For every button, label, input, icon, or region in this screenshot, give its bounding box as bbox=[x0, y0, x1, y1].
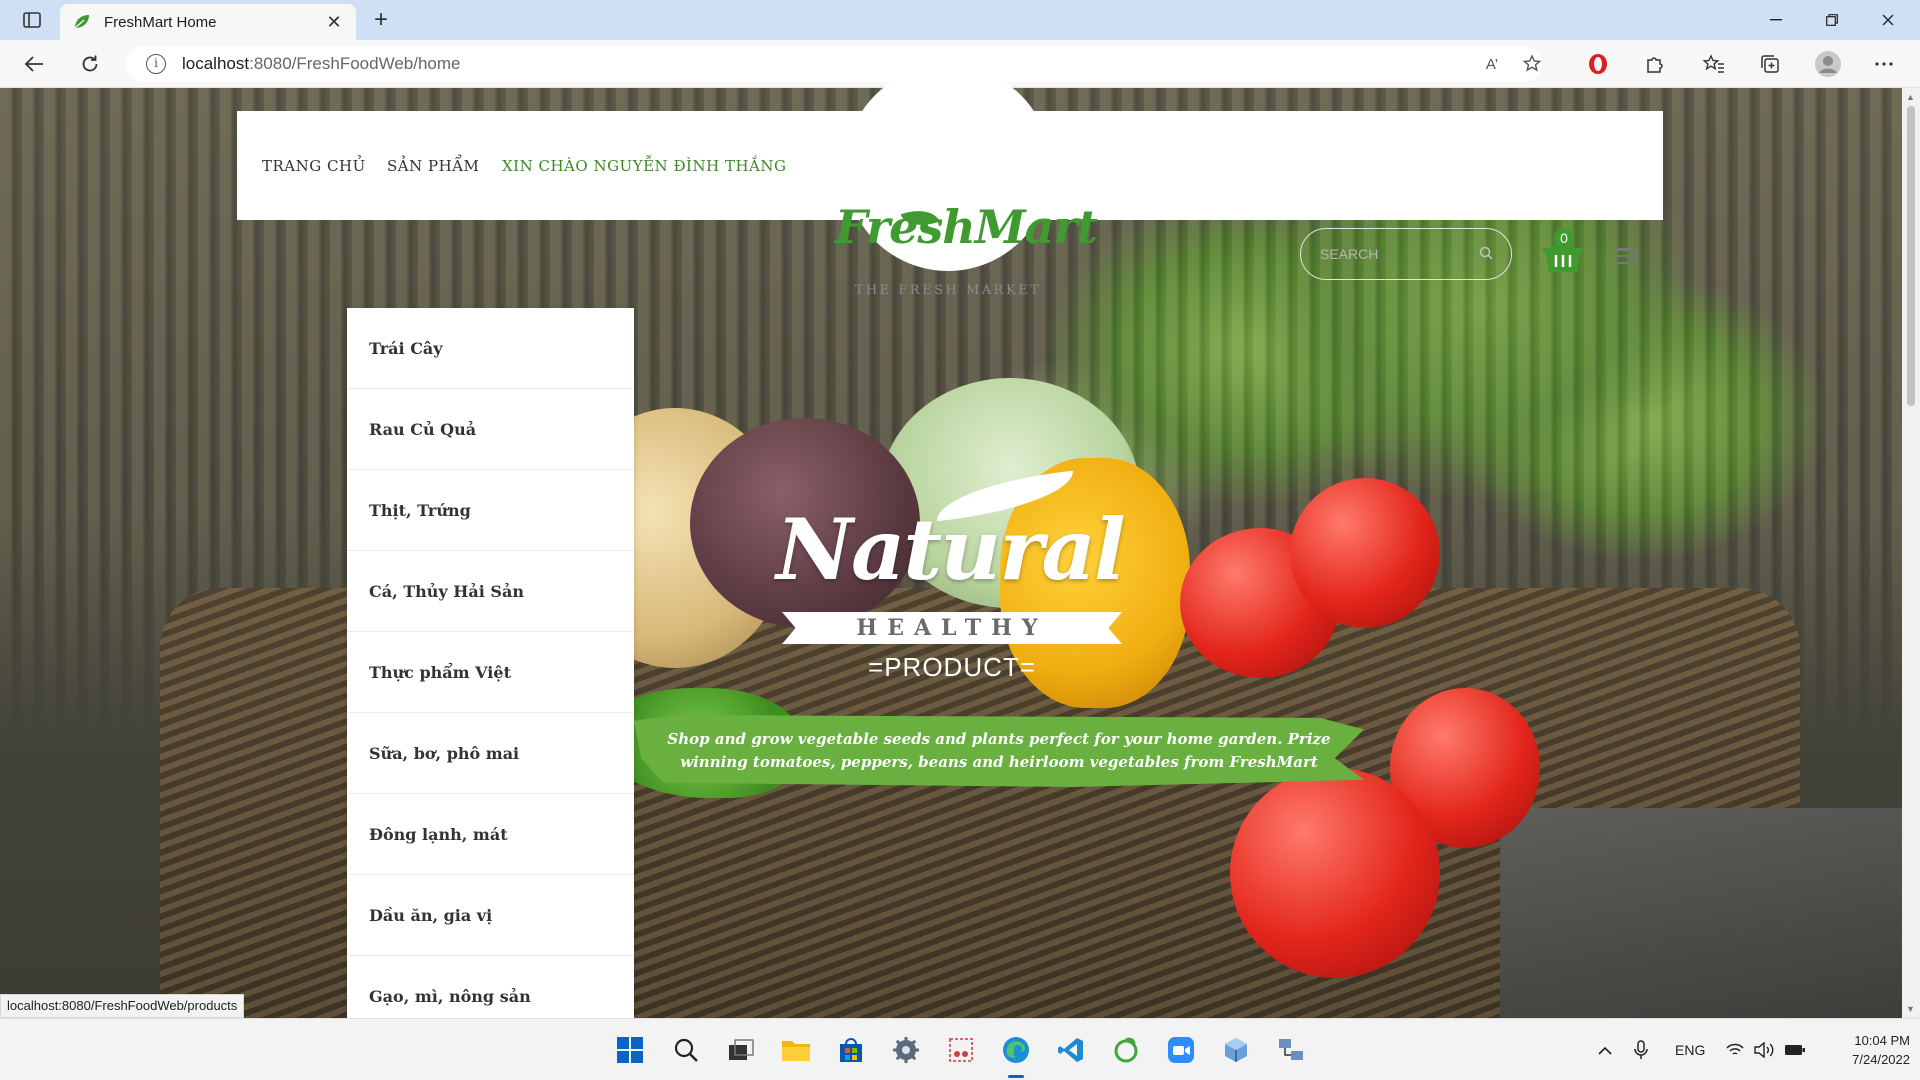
hero-healthy-ribbon: HEALTHY bbox=[782, 612, 1122, 644]
clock-date: 7/24/2022 bbox=[1852, 1052, 1910, 1067]
volume-icon[interactable] bbox=[1754, 1037, 1774, 1063]
task-view-icon[interactable] bbox=[724, 1033, 758, 1067]
hero-tomato bbox=[1290, 478, 1440, 628]
language-indicator[interactable]: ENG bbox=[1675, 1037, 1705, 1063]
extensions-puzzle-icon[interactable] bbox=[1638, 48, 1670, 80]
minimize-icon[interactable] bbox=[1748, 0, 1804, 40]
favorites-icon[interactable] bbox=[1698, 48, 1730, 80]
dropdown-item-seafood[interactable]: Cá, Thủy Hải Sản bbox=[347, 551, 634, 632]
site-info-icon[interactable]: i bbox=[146, 54, 166, 74]
vscode-icon[interactable] bbox=[1054, 1033, 1088, 1067]
hero-tagline: Shop and grow vegetable seeds and plants… bbox=[634, 715, 1364, 787]
logo-tagline: THE FRESH MARKET bbox=[854, 283, 1042, 298]
edge-browser-icon[interactable] bbox=[999, 1033, 1033, 1067]
dropdown-item-vietnamese-food[interactable]: Thực phẩm Việt bbox=[347, 632, 634, 713]
site-logo[interactable]: FreshMart bbox=[835, 200, 1098, 254]
hero-log-image bbox=[1500, 808, 1902, 1018]
zoom-app-icon[interactable] bbox=[1164, 1033, 1198, 1067]
tray-chevron-up-icon[interactable] bbox=[1598, 1037, 1612, 1063]
dropdown-item-fruit[interactable]: Trái Cây bbox=[347, 308, 634, 389]
scroll-up-arrow-icon[interactable]: ▲ bbox=[1906, 92, 1915, 102]
virtualbox-icon[interactable] bbox=[1219, 1033, 1253, 1067]
file-explorer-icon[interactable] bbox=[779, 1033, 813, 1067]
cart-button[interactable]: 0 bbox=[1542, 228, 1584, 274]
battery-icon[interactable] bbox=[1784, 1037, 1806, 1063]
address-bar[interactable]: i localhost:8080/FreshFoodWeb/home A’ bbox=[126, 46, 1542, 82]
leaf-favicon-icon bbox=[74, 15, 89, 29]
taskbar-clock[interactable]: 10:04 PM 7/24/2022 bbox=[1820, 1031, 1910, 1069]
edge-active-indicator bbox=[1008, 1075, 1024, 1078]
page-scrollbar[interactable]: ▲ ▼ bbox=[1902, 88, 1920, 1018]
profile-avatar-icon[interactable] bbox=[1812, 48, 1844, 80]
hero-natural-title: Natural bbox=[776, 500, 1126, 599]
add-favorite-icon[interactable] bbox=[1516, 46, 1548, 82]
nav-home-link[interactable]: TRANG CHỦ bbox=[262, 111, 366, 220]
windows-taskbar: ENG 10:04 PM 7/24/2022 bbox=[0, 1018, 1920, 1080]
search-icon[interactable] bbox=[1479, 246, 1493, 260]
restore-icon[interactable] bbox=[1804, 0, 1860, 40]
products-dropdown-menu: Trái Cây Rau Củ Quả Thịt, Trứng Cá, Thủy… bbox=[347, 308, 634, 1018]
tab-actions-icon[interactable] bbox=[14, 8, 50, 32]
search-placeholder: SEARCH bbox=[1320, 246, 1379, 262]
dropdown-item-frozen[interactable]: Đông lạnh, mát bbox=[347, 794, 634, 875]
dropdown-item-oil-spices[interactable]: Dầu ăn, gia vị bbox=[347, 875, 634, 956]
scroll-thumb[interactable] bbox=[1907, 106, 1915, 406]
search-input[interactable]: SEARCH bbox=[1300, 228, 1512, 280]
tab-close-icon[interactable]: ✕ bbox=[324, 12, 344, 33]
dropdown-item-vegetables[interactable]: Rau Củ Quả bbox=[347, 389, 634, 470]
status-url-tooltip: localhost:8080/FreshFoodWeb/products bbox=[0, 994, 245, 1018]
new-tab-button[interactable]: + bbox=[366, 5, 396, 35]
cart-count-badge: 0 bbox=[1554, 228, 1574, 248]
hero-tomato bbox=[1230, 768, 1440, 978]
more-menu-icon[interactable] bbox=[1868, 48, 1900, 80]
wifi-icon[interactable] bbox=[1726, 1037, 1744, 1063]
clock-time: 10:04 PM bbox=[1854, 1033, 1910, 1048]
close-window-icon[interactable] bbox=[1860, 0, 1916, 40]
read-aloud-icon[interactable]: A’ bbox=[1476, 46, 1508, 82]
taskbar-search-icon[interactable] bbox=[669, 1033, 703, 1067]
dropdown-item-dairy[interactable]: Sữa, bơ, phô mai bbox=[347, 713, 634, 794]
windows-start-icon[interactable] bbox=[613, 1033, 647, 1067]
hero-product-label: =PRODUCT= bbox=[868, 652, 1036, 682]
refresh-icon[interactable] bbox=[74, 48, 106, 80]
microphone-icon[interactable] bbox=[1634, 1037, 1648, 1063]
microsoft-store-icon[interactable] bbox=[834, 1033, 868, 1067]
nav-greeting-link[interactable]: XIN CHÀO NGUYỄN ĐÌNH THẮNG bbox=[502, 111, 786, 220]
back-arrow-icon[interactable] bbox=[18, 48, 50, 80]
browser-tab-active[interactable]: FreshMart Home ✕ bbox=[60, 4, 356, 40]
dropdown-item-meat-eggs[interactable]: Thịt, Trứng bbox=[347, 470, 634, 551]
opera-extension-icon[interactable] bbox=[1582, 48, 1614, 80]
snipping-tool-icon[interactable] bbox=[944, 1033, 978, 1067]
dropdown-item-rice-noodles[interactable]: Gạo, mì, nông sản bbox=[347, 956, 634, 1018]
nav-products-link[interactable]: SẢN PHẨM bbox=[387, 111, 479, 220]
url-text: localhost:8080/FreshFoodWeb/home bbox=[182, 54, 461, 73]
settings-gear-icon[interactable] bbox=[889, 1033, 923, 1067]
browser-tab-bar: FreshMart Home ✕ + bbox=[0, 0, 1920, 40]
hamburger-menu-icon[interactable] bbox=[1615, 248, 1637, 264]
green-app-icon[interactable] bbox=[1109, 1033, 1143, 1067]
collections-icon[interactable] bbox=[1754, 48, 1786, 80]
scroll-down-arrow-icon[interactable]: ▼ bbox=[1906, 1004, 1915, 1014]
network-tool-icon[interactable] bbox=[1274, 1033, 1308, 1067]
tab-title: FreshMart Home bbox=[104, 13, 217, 31]
